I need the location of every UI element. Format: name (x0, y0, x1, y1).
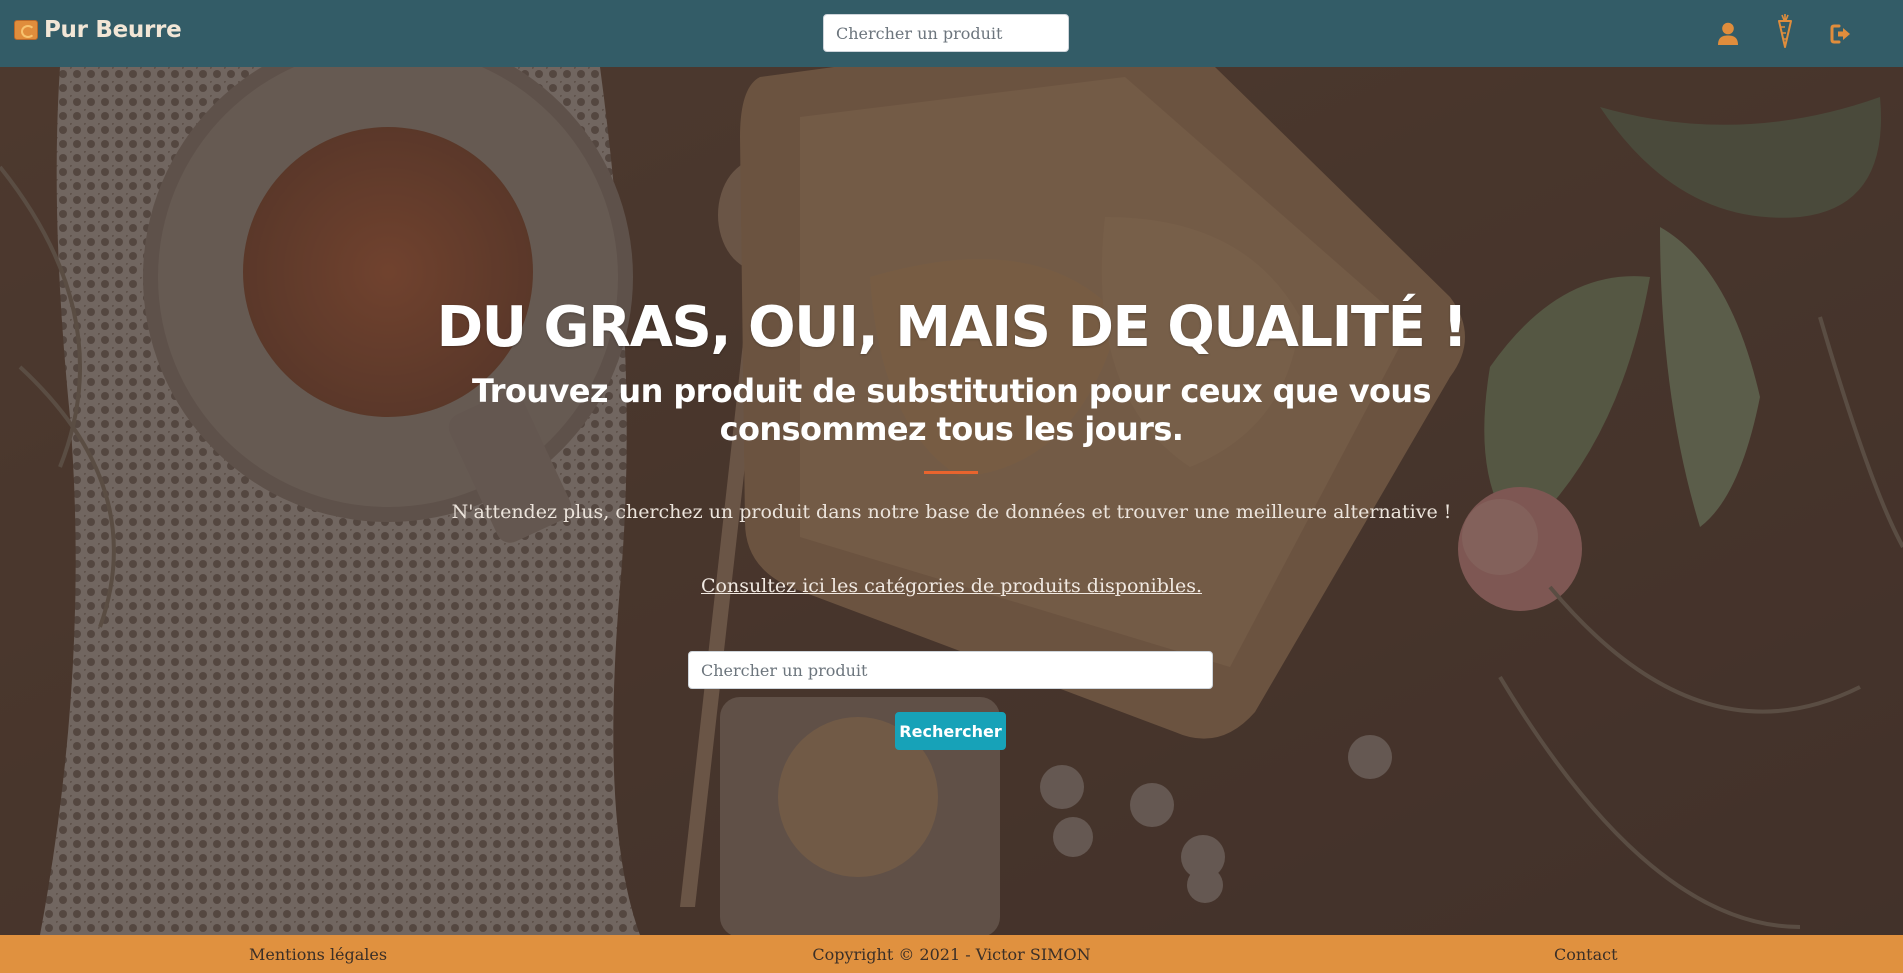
categories-link[interactable]: Consultez ici les catégories de produits… (701, 575, 1202, 597)
hero-divider (924, 471, 978, 474)
hero-content: DU GRAS, OUI, MAIS DE QUALITÉ ! Trouvez … (0, 67, 1903, 935)
hero-title: DU GRAS, OUI, MAIS DE QUALITÉ ! (436, 295, 1468, 360)
logo-icon (14, 20, 38, 40)
user-icon[interactable] (1713, 18, 1743, 50)
brand-name: Pur Beurre (44, 17, 182, 43)
carrot-icon[interactable] (1770, 14, 1800, 48)
contact-link[interactable]: Contact (1554, 945, 1618, 964)
brand-link[interactable]: Pur Beurre (14, 17, 182, 43)
footer: Mentions légales Copyright © 2021 - Vict… (0, 935, 1903, 973)
hero-search-input[interactable] (688, 651, 1213, 689)
sign-out-icon[interactable] (1827, 18, 1857, 50)
navbar-search-input[interactable] (823, 14, 1069, 52)
hero-description: N'attendez plus, cherchez un produit dan… (451, 501, 1452, 523)
navbar: Pur Beurre (0, 0, 1903, 67)
hero-subtitle: Trouvez un produit de substitution pour … (472, 372, 1432, 448)
hero-section: DU GRAS, OUI, MAIS DE QUALITÉ ! Trouvez … (0, 67, 1903, 935)
categories-link-wrapper: Consultez ici les catégories de produits… (0, 575, 1903, 597)
search-button[interactable]: Rechercher (895, 712, 1006, 750)
